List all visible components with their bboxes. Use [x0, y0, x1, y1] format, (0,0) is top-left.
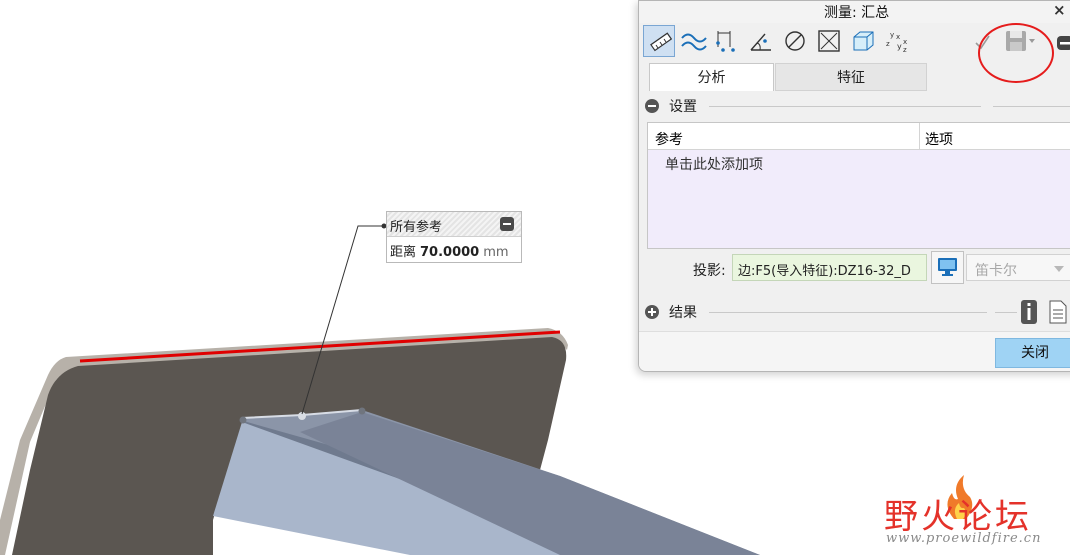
callout-header-label: 所有参考	[390, 220, 443, 235]
projection-reference-field[interactable]: 边:F5(导入特征):DZ16-32_D	[732, 254, 927, 281]
edge-vertex[interactable]	[239, 416, 247, 424]
svg-text:y: y	[890, 31, 894, 39]
column-header-options[interactable]: 选项	[925, 129, 953, 149]
distance-value: 70.0000	[420, 245, 480, 260]
diameter-icon[interactable]	[779, 25, 811, 57]
highlight-circle	[978, 23, 1054, 83]
expand-icon[interactable]	[645, 305, 659, 319]
coordinate-system-value: 笛卡尔	[975, 263, 1017, 279]
ruler-icon[interactable]	[643, 25, 675, 57]
results-section-header[interactable]: 结果	[645, 299, 1070, 325]
collapse-icon[interactable]	[500, 217, 514, 231]
svg-text:y: y	[897, 42, 902, 51]
column-header-reference[interactable]: 参考	[655, 129, 683, 149]
monitor-icon[interactable]	[931, 251, 964, 284]
divider	[993, 106, 1070, 107]
info-icon[interactable]	[1019, 299, 1039, 325]
transform-icon[interactable]: yxzyzx	[881, 25, 913, 57]
watermark-url: www.proewildfire.cn	[886, 531, 1042, 546]
volume-icon[interactable]	[847, 25, 879, 57]
distance-label: 距离	[390, 245, 417, 260]
dialog-title: 测量: 汇总	[824, 5, 890, 21]
column-divider	[919, 123, 920, 149]
watermark: 野火论坛 www.proewildfire.cn	[880, 475, 1070, 555]
curve-length-icon[interactable]	[677, 25, 709, 57]
tab-feature[interactable]: 特征	[775, 63, 927, 91]
tab-analysis[interactable]: 分析	[649, 63, 774, 91]
settings-label: 设置	[669, 99, 697, 115]
divider	[709, 106, 981, 107]
close-button[interactable]: 关闭	[995, 338, 1070, 368]
dialog-titlebar[interactable]: 测量: 汇总 ×	[639, 1, 1070, 23]
chevron-down-icon	[1054, 266, 1064, 272]
projection-label: 投影:	[693, 263, 726, 279]
projection-row: 投影: 边:F5(导入特征):DZ16-32_D 笛卡尔	[639, 251, 1070, 285]
area-icon[interactable]	[813, 25, 845, 57]
callout-distance-row: 距离 70.0000 mm	[390, 241, 509, 260]
reference-table-header: 参考 选项	[648, 123, 1070, 150]
svg-text:x: x	[903, 38, 907, 46]
divider	[995, 312, 1017, 313]
distance-icon[interactable]	[711, 25, 743, 57]
measurement-callout[interactable]: 所有参考 距离 70.0000 mm	[386, 211, 522, 263]
settings-section-header[interactable]: 设置	[645, 96, 1070, 116]
coordinate-system-select[interactable]: 笛卡尔	[966, 254, 1070, 281]
collapse-icon[interactable]	[645, 99, 659, 113]
dialog-footer: 关闭	[639, 331, 1070, 371]
svg-text:z: z	[903, 46, 907, 53]
reference-table[interactable]: 参考 选项 单击此处添加项	[647, 122, 1070, 249]
results-label: 结果	[669, 305, 697, 321]
add-item-hint[interactable]: 单击此处添加项	[665, 154, 763, 174]
callout-header: 所有参考	[387, 212, 521, 237]
svg-text:x: x	[896, 33, 900, 41]
dialog-tabs: 分析 特征	[649, 63, 929, 91]
divider	[709, 312, 987, 313]
close-icon[interactable]: ×	[1053, 1, 1066, 19]
edge-vertex[interactable]	[358, 407, 366, 415]
svg-text:z: z	[886, 40, 890, 48]
report-icon[interactable]	[1047, 300, 1069, 324]
angle-icon[interactable]	[745, 25, 777, 57]
distance-unit: mm	[483, 245, 509, 260]
